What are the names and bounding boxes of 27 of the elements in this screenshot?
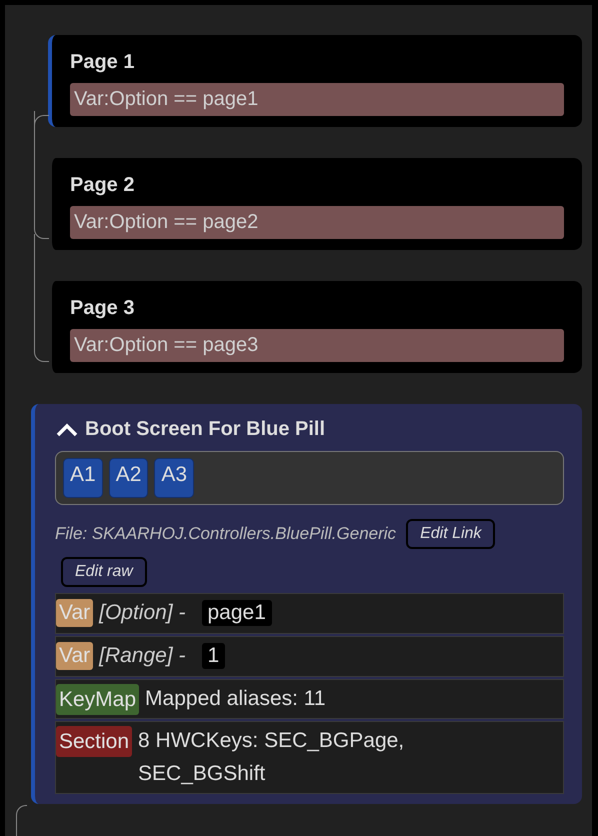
variable-name: [Option] - (99, 601, 186, 625)
type-tag: KeyMap (56, 684, 140, 716)
page-card[interactable]: Page 1 Var:Option == page1 (48, 35, 582, 127)
chevron-up-icon[interactable] (55, 422, 79, 438)
type-tag: Var (56, 642, 94, 670)
file-label: File: SKAARHOJ.Controllers.BluePill.Generic (55, 524, 396, 544)
type-tag: Section (56, 726, 132, 757)
type-tag: Var (56, 599, 94, 627)
edit-button[interactable]: Edit Link (406, 519, 496, 549)
alias-chip[interactable]: A2 (108, 458, 148, 498)
page-title: Page 2 (70, 174, 136, 197)
row-text: Mapped aliases: 11 (145, 686, 326, 712)
group-title: Boot Screen For Blue Pill (85, 418, 326, 441)
variable-name: [Range] - (99, 644, 186, 668)
alias-field[interactable]: A1 A2 A3 (55, 451, 564, 505)
condition-label: Var:Option == page2 (70, 206, 564, 239)
condition-label: Var:Option == page1 (70, 83, 564, 116)
alias-chip[interactable]: A3 (154, 458, 194, 498)
tree-line (16, 805, 27, 836)
row-text: 8 HWCKeys: SEC_BGPage, SEC_BGShift (138, 728, 406, 788)
edit-button[interactable]: Edit raw (61, 557, 147, 587)
page-title: Page 1 (70, 51, 136, 74)
variable-value: page1 (202, 600, 272, 626)
variable-value: 1 (202, 643, 226, 669)
condition-label: Var:Option == page3 (70, 329, 564, 362)
alias-chip[interactable]: A1 (63, 458, 103, 498)
page-title: Page 3 (70, 297, 136, 320)
